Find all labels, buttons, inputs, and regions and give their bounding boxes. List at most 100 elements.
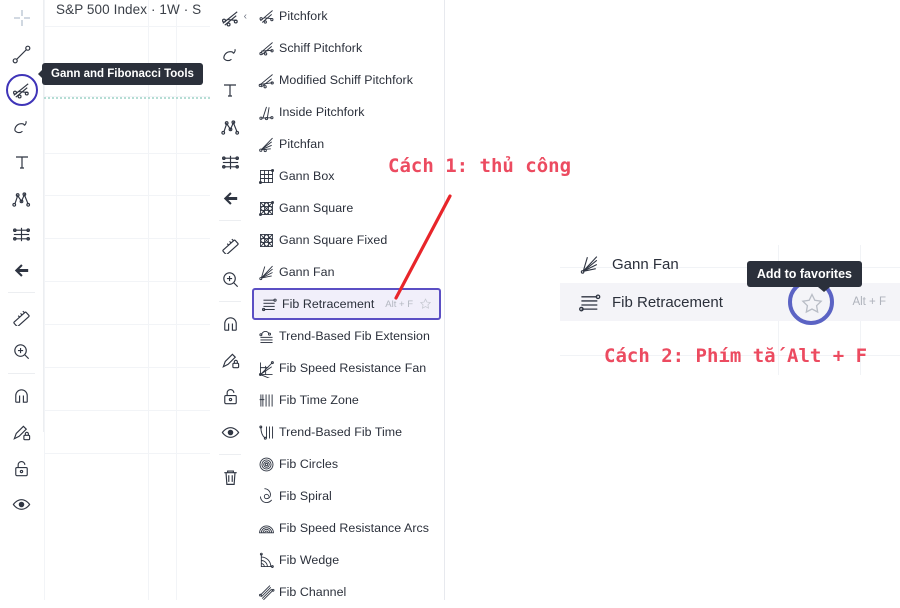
fib-time-zone-icon xyxy=(253,389,279,411)
fib-speed-resistance-fan-icon xyxy=(253,357,279,379)
modified-schiff-pitchfork-icon xyxy=(253,69,279,91)
patterns-tool-icon[interactable] xyxy=(0,180,43,216)
cursor-crosshair-icon[interactable] xyxy=(0,0,43,36)
prediction-measurement-tool-icon[interactable] xyxy=(0,216,43,252)
favorites-row-shortcut: Alt + F xyxy=(852,296,886,308)
menu-item-schiff-pitchfork[interactable]: Schiff Pitchfork xyxy=(249,32,444,64)
fib-wedge-icon xyxy=(253,549,279,571)
menu-item-label: Fib Speed Resistance Arcs xyxy=(279,521,429,535)
pitchfork-icon xyxy=(253,5,279,27)
annotation-arrow xyxy=(390,190,460,305)
menu-item-fib-circles[interactable]: Fib Circles xyxy=(249,448,444,480)
measure-tool-icon[interactable] xyxy=(0,297,43,333)
toolbar-divider xyxy=(219,220,241,221)
gann-and-fibonacci-tools-icon[interactable] xyxy=(0,72,43,108)
lock-all-drawings-icon[interactable] xyxy=(211,378,249,414)
hide-all-drawings-icon[interactable] xyxy=(211,414,249,450)
arrow-marker-tool-icon[interactable] xyxy=(0,252,43,288)
menu-item-fib-speed-resistance-arcs[interactable]: Fib Speed Resistance Arcs xyxy=(249,512,444,544)
menu-item-label: Trend-Based Fib Extension xyxy=(279,329,430,343)
drawing-toolbar-primary[interactable] xyxy=(0,0,44,432)
zoom-in-tool-icon[interactable] xyxy=(0,333,43,369)
remove-drawings-icon[interactable] xyxy=(211,459,249,495)
menu-item-label: Gann Fan xyxy=(279,265,335,279)
chart-gridline xyxy=(176,0,177,600)
fib-retracement-icon xyxy=(256,293,282,315)
text-tool-icon[interactable] xyxy=(211,72,249,108)
trend-line-tool-icon[interactable] xyxy=(0,36,43,72)
menu-item-label: Pitchfork xyxy=(279,9,328,23)
menu-item-label: Gann Box xyxy=(279,169,335,183)
brush-tool-icon[interactable] xyxy=(0,108,43,144)
patterns-tool-icon[interactable] xyxy=(211,108,249,144)
menu-item-label: Fib Time Zone xyxy=(279,393,359,407)
menu-item-fib-spiral[interactable]: Fib Spiral xyxy=(249,480,444,512)
menu-item-label: Fib Circles xyxy=(279,457,338,471)
menu-item-fib-time-zone[interactable]: Fib Time Zone xyxy=(249,384,444,416)
menu-item-pitchfork[interactable]: Pitchfork xyxy=(249,0,444,32)
zoom-in-tool-icon[interactable] xyxy=(211,261,249,297)
text-tool-icon[interactable] xyxy=(0,144,43,180)
toolbar-divider xyxy=(8,292,35,293)
pitchfan-icon xyxy=(253,133,279,155)
trend-based-fib-time-icon xyxy=(253,421,279,443)
chart-gridline xyxy=(44,453,210,454)
gann-fan-icon xyxy=(253,261,279,283)
arrow-marker-tool-icon[interactable] xyxy=(211,180,249,216)
lock-all-drawings-icon[interactable] xyxy=(0,450,43,486)
fib-retracement-icon xyxy=(578,290,612,315)
toolbar-divider xyxy=(219,454,241,455)
hide-all-drawings-icon[interactable] xyxy=(0,486,43,522)
favorites-row-fib-retracement[interactable]: Fib Retracement Alt + F xyxy=(560,283,900,321)
gann-square-fixed-icon xyxy=(253,229,279,251)
tool-selection-ring xyxy=(6,74,38,106)
chart-canvas[interactable] xyxy=(44,0,210,600)
stay-in-drawing-mode-icon[interactable] xyxy=(0,414,43,450)
menu-item-fib-wedge[interactable]: Fib Wedge xyxy=(249,544,444,576)
toolbar-divider xyxy=(8,373,35,374)
chart-gridline xyxy=(44,238,210,239)
schiff-pitchfork-icon xyxy=(253,37,279,59)
menu-item-fib-channel[interactable]: Fib Channel xyxy=(249,576,444,608)
chart-gridline xyxy=(44,367,210,368)
menu-item-trend-based-fib-time[interactable]: Trend-Based Fib Time xyxy=(249,416,444,448)
favorites-row-label: Fib Retracement xyxy=(612,294,723,311)
annotation-method-2: Cách 2: Phím tắ Alt + F xyxy=(604,345,867,367)
favorites-row-label: Gann Fan xyxy=(612,256,679,273)
menu-item-label: Fib Channel xyxy=(279,585,346,599)
menu-item-label: Gann Square Fixed xyxy=(279,233,387,247)
menu-item-label: Modified Schiff Pitchfork xyxy=(279,73,413,87)
chart-gridline xyxy=(44,324,210,325)
menu-item-label: Schiff Pitchfork xyxy=(279,41,362,55)
toolbar-divider xyxy=(219,301,241,302)
chart-gridline xyxy=(44,195,210,196)
fib-circles-icon xyxy=(253,453,279,475)
chart-gridline xyxy=(44,281,210,282)
gann-and-fibonacci-tools-icon[interactable] xyxy=(211,0,249,36)
menu-item-fib-speed-resistance-fan[interactable]: Fib Speed Resistance Fan xyxy=(249,352,444,384)
drawing-toolbar-secondary[interactable]: ‹ xyxy=(211,0,249,398)
brush-tool-icon[interactable] xyxy=(211,36,249,72)
tooltip-pointer xyxy=(38,69,43,79)
menu-item-label: Inside Pitchfork xyxy=(279,105,365,119)
fib-spiral-icon xyxy=(253,485,279,507)
gann-box-icon xyxy=(253,165,279,187)
tooltip-text: Add to favorites xyxy=(757,267,852,281)
menu-item-inside-pitchfork[interactable]: Inside Pitchfork xyxy=(249,96,444,128)
stay-in-drawing-mode-icon[interactable] xyxy=(211,342,249,378)
gann-fan-icon xyxy=(578,253,612,276)
magnet-mode-icon[interactable] xyxy=(211,306,249,342)
prediction-measurement-tool-icon[interactable] xyxy=(211,144,249,180)
trend-based-fib-extension-icon xyxy=(253,325,279,347)
chart-dashed-price-line xyxy=(44,97,210,99)
menu-item-modified-schiff-pitchfork[interactable]: Modified Schiff Pitchfork xyxy=(249,64,444,96)
chart-gridline xyxy=(44,410,210,411)
menu-item-label: Gann Square xyxy=(279,201,353,215)
menu-item-label: Trend-Based Fib Time xyxy=(279,425,402,439)
menu-item-label: Fib Wedge xyxy=(279,553,339,567)
measure-tool-icon[interactable] xyxy=(211,225,249,261)
annotation-method-1: Cách 1: thủ công xyxy=(388,155,571,177)
menu-item-trend-based-fib-extension[interactable]: Trend-Based Fib Extension xyxy=(249,320,444,352)
magnet-mode-icon[interactable] xyxy=(0,378,43,414)
chart-gridline xyxy=(148,0,149,600)
